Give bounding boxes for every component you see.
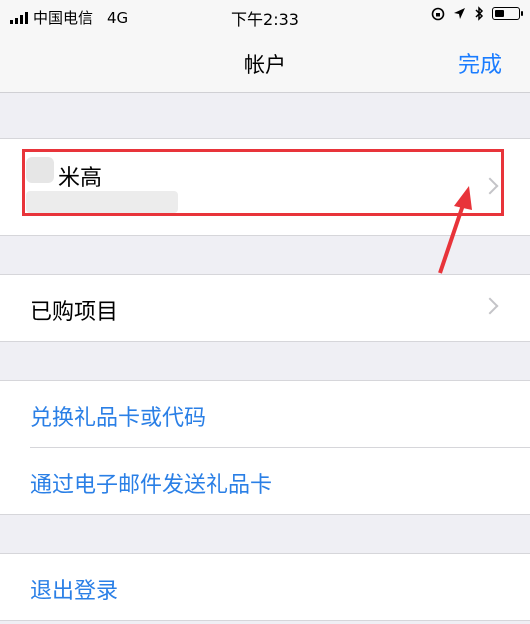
annotation-arrow-icon	[438, 186, 472, 274]
